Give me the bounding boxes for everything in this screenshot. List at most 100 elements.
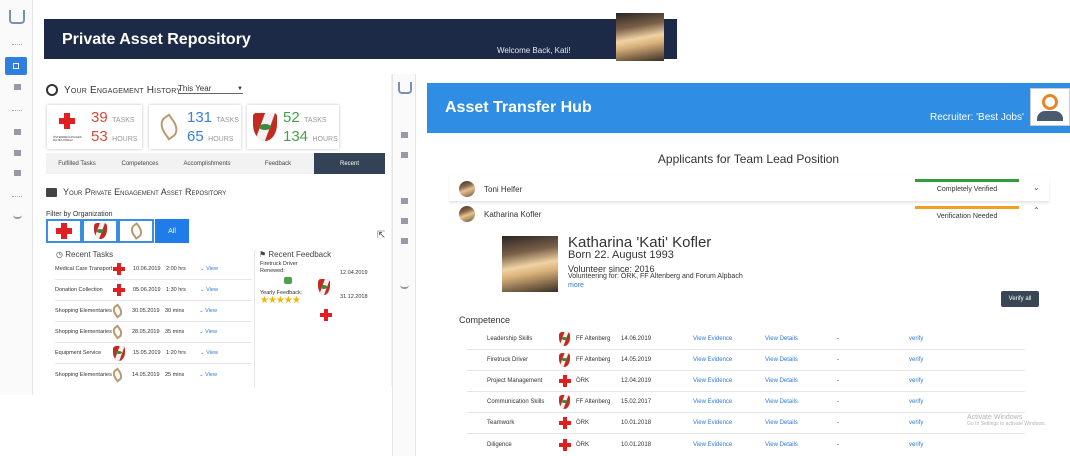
org-name: FF Altenberg — [576, 357, 611, 363]
org-name: FF Altenberg — [576, 336, 611, 342]
view-details-link[interactable]: View Details — [765, 336, 837, 342]
list-item[interactable]: Shopping Elementaries 28.05.2019 35 mins… — [55, 322, 252, 343]
app-logo-icon[interactable] — [398, 82, 412, 94]
menu-dots-icon[interactable] — [12, 110, 22, 111]
chevron-up-icon[interactable]: ⌃ — [1033, 206, 1040, 215]
view-link[interactable]: ⌄ View — [200, 287, 218, 293]
view-link[interactable]: ⌄ View — [199, 372, 217, 378]
list-item[interactable]: Donation Collection 05.06.2019 1:30 hrs … — [55, 280, 252, 301]
list-item[interactable]: Equipment Service 15.05.2019 1:20 hrs ⌄ … — [55, 343, 252, 364]
task-name: Medical Care Transport — [55, 266, 113, 272]
filter-ork[interactable] — [46, 219, 82, 243]
verify-link[interactable]: verify — [909, 357, 923, 363]
user-avatar[interactable] — [616, 13, 664, 61]
recruiter-logo-icon[interactable] — [1030, 88, 1070, 126]
verify-link[interactable]: verify — [909, 420, 923, 426]
view-link[interactable]: ⌄ View — [199, 329, 217, 335]
chevron-down-icon[interactable]: ⌄ — [1033, 183, 1040, 192]
briefcase-icon — [46, 187, 57, 197]
sidebar-active-item[interactable] — [5, 57, 27, 75]
task-duration: 35 mins — [165, 329, 185, 335]
list-icon[interactable] — [14, 129, 21, 135]
app-header: Asset Transfer Hub Recruiter: 'Best Jobs… — [427, 83, 1070, 133]
app-logo-icon[interactable] — [9, 10, 25, 24]
tab-competences[interactable]: Competences — [108, 161, 172, 167]
red-cross-logo-icon — [59, 113, 75, 129]
applicant-name: Katharina Kofler — [484, 210, 542, 219]
hours-count: 65 — [187, 128, 204, 145]
view-evidence-link[interactable]: View Evidence — [693, 420, 765, 426]
engagement-card-ork[interactable]: ÖSTERREICHISCHES ROTES KREUZ 39 TASKS 53… — [47, 105, 142, 149]
repository-title: Your Private Engagement Asset Repository — [63, 187, 227, 197]
engagement-card-forum[interactable]: 131 TASKS 65 HOURS — [149, 105, 241, 149]
view-evidence-link[interactable]: View Evidence — [693, 357, 765, 363]
more-link[interactable]: more — [568, 282, 584, 289]
dashboard-icon[interactable] — [401, 132, 408, 138]
box-icon[interactable] — [14, 150, 21, 156]
shield-logo-icon — [93, 223, 107, 239]
view-link[interactable]: ⌄ View — [200, 350, 218, 356]
filter-all-button[interactable]: All — [155, 219, 189, 243]
recent-feedback-title: ⚑ Recent Feedback — [259, 250, 332, 259]
period-select[interactable]: This Year ▼ — [178, 84, 243, 94]
feedback-item[interactable]: Yearly Feedback: ★★★★★ 31.12.2018 — [260, 290, 382, 321]
tab-recent[interactable]: Recent — [314, 153, 385, 174]
hours-label: HOURS — [112, 136, 138, 143]
task-duration: 25 mins — [165, 371, 185, 378]
engagement-card-ff[interactable]: 52 TASKS 134 HOURS — [247, 105, 339, 149]
dash: - — [837, 378, 839, 384]
view-evidence-link[interactable]: View Evidence — [693, 442, 765, 448]
view-details-link[interactable]: View Details — [765, 357, 837, 363]
menu-dots-icon[interactable] — [12, 44, 22, 46]
verify-link[interactable]: verify — [909, 378, 923, 384]
view-evidence-link[interactable]: View Evidence — [693, 336, 765, 342]
applicant-row[interactable]: Toni Helfer Completely Verified ⌄ — [449, 176, 1049, 202]
view-evidence-link[interactable]: View Evidence — [693, 378, 765, 384]
tab-fulfilled-tasks[interactable]: Fulfilled Tasks — [46, 161, 108, 167]
view-evidence-link[interactable]: View Evidence — [693, 399, 765, 405]
date: 14.06.2019 — [621, 336, 652, 342]
shield-logo-icon — [253, 113, 277, 141]
applicant-photo — [502, 236, 558, 292]
view-details-link[interactable]: View Details — [765, 378, 837, 384]
verify-link[interactable]: verify — [909, 442, 923, 448]
list-item[interactable]: Medical Care Transport 10.06.2019 2:00 h… — [55, 259, 252, 280]
verify-all-button[interactable]: Verify all — [1001, 291, 1039, 307]
competence-table: Leadership Skills FF Altenberg 14.06.201… — [467, 329, 1025, 455]
list-item[interactable]: Shopping Elementaries 30.05.2019 30 mins… — [55, 301, 252, 322]
view-details-link[interactable]: View Details — [765, 399, 837, 405]
box-icon[interactable] — [401, 218, 408, 224]
clock-icon: ◷ — [56, 250, 63, 259]
date: 10.01.2018 — [621, 441, 652, 448]
thumbs-up-icon — [284, 277, 292, 284]
tab-feedback[interactable]: Feedback — [242, 161, 314, 167]
feedback-item[interactable]: Firetruck Driver Renewed: 12.04.2019 — [260, 261, 382, 295]
hours-label: HOURS — [208, 136, 234, 143]
list-item[interactable]: Shopping Elementaries 14.05.2019 25 mins… — [55, 364, 252, 385]
list-icon[interactable] — [401, 198, 408, 204]
filter-ff[interactable] — [82, 219, 118, 243]
handshake-icon[interactable] — [400, 284, 409, 289]
red-cross-logo-icon — [559, 438, 571, 451]
file-icon[interactable] — [401, 238, 408, 244]
verify-link[interactable]: verify — [909, 336, 923, 342]
repository-title-row: Your Private Engagement Asset Repository — [46, 187, 226, 197]
handshake-icon[interactable] — [13, 214, 22, 219]
menu-dots-icon[interactable] — [12, 196, 22, 197]
file-icon[interactable] — [14, 170, 21, 176]
tab-accomplishments[interactable]: Accomplishments — [172, 161, 242, 167]
skill-name: Teamwork — [487, 420, 515, 426]
document-icon[interactable] — [401, 152, 408, 158]
view-link[interactable]: ⌄ View — [200, 266, 218, 272]
sidebar-2 — [392, 74, 416, 456]
leaf-logo-icon — [110, 324, 125, 340]
document-icon[interactable] — [14, 84, 21, 90]
view-details-link[interactable]: View Details — [765, 420, 837, 426]
dash: - — [837, 441, 839, 448]
view-link[interactable]: ⌄ View — [199, 308, 217, 314]
red-cross-logo-icon — [559, 375, 571, 387]
applicant-row[interactable]: Katharina Kofler Verification Needed ⌃ — [449, 202, 1049, 228]
view-details-link[interactable]: View Details — [765, 442, 837, 448]
verify-link[interactable]: verify — [909, 399, 923, 405]
filter-forum[interactable] — [118, 219, 154, 243]
